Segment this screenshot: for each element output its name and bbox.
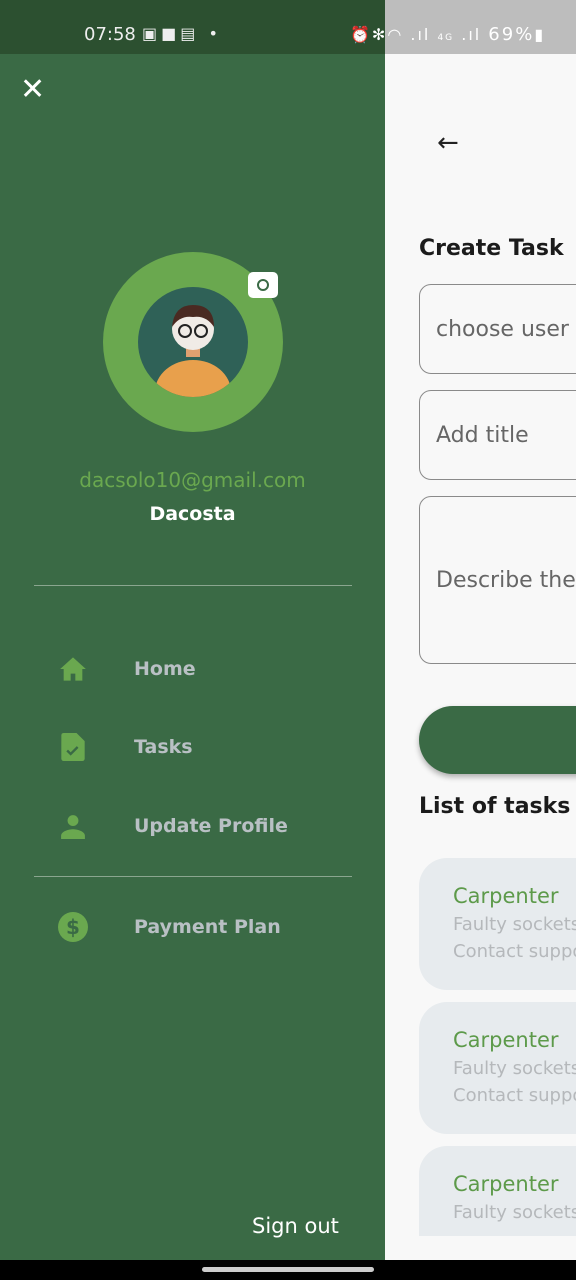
page-title: Create Task — [419, 236, 564, 261]
drawer-item-home[interactable]: Home — [56, 654, 196, 684]
drawer-item-label: Tasks — [134, 736, 193, 758]
task-title: Faulty sockets — [453, 1202, 576, 1223]
clock: 07:58 — [84, 24, 136, 45]
task-document-icon — [56, 732, 90, 762]
user-name: Dacosta — [149, 503, 236, 525]
list-title: List of tasks — [419, 794, 571, 819]
task-note: Contact support — [453, 1085, 576, 1106]
task-card[interactable]: Carpenter Faulty sockets Contact support — [419, 1002, 576, 1134]
drawer-item-update-profile[interactable]: Update Profile — [56, 811, 288, 841]
user-select[interactable]: choose user — [419, 284, 576, 374]
notification-icons: ▣■▤ • — [142, 24, 222, 43]
dollar-icon: $ — [56, 912, 90, 942]
status-bar: 07:58 ▣■▤ • ⏰✻◠ .ıl 4G .ıl 69%▮ — [0, 0, 576, 54]
divider — [34, 876, 352, 877]
divider — [34, 585, 352, 586]
home-handle[interactable] — [202, 1267, 374, 1272]
title-input[interactable]: Add title — [419, 390, 576, 480]
create-task-button[interactable] — [419, 706, 576, 774]
gesture-nav-bar — [0, 1260, 576, 1280]
camera-icon[interactable] — [248, 272, 278, 298]
create-task-screen: ← Create Task choose user Add title Desc… — [385, 54, 576, 1260]
task-card[interactable]: Carpenter Faulty sockets Contact support — [419, 858, 576, 990]
navigation-drawer: ✕ dacsolo10@gmail.com Dacosta Home Tasks… — [0, 54, 385, 1260]
user-email: dacsolo10@gmail.com — [79, 468, 306, 492]
home-icon — [56, 654, 90, 684]
task-category: Carpenter — [453, 884, 559, 908]
sign-out-button[interactable]: Sign out — [252, 1214, 339, 1238]
avatar-image — [155, 305, 231, 397]
svg-text:$: $ — [66, 915, 80, 939]
drawer-item-payment-plan[interactable]: $ Payment Plan — [56, 912, 281, 942]
task-note: Contact support — [453, 941, 576, 962]
drawer-item-tasks[interactable]: Tasks — [56, 732, 193, 762]
task-category: Carpenter — [453, 1172, 559, 1196]
person-icon — [56, 811, 90, 841]
close-icon[interactable]: ✕ — [20, 72, 45, 107]
drawer-item-label: Home — [134, 658, 196, 680]
drawer-item-label: Payment Plan — [134, 916, 281, 938]
back-arrow-icon[interactable]: ← — [437, 128, 459, 158]
system-icons: ⏰✻◠ .ıl 4G .ıl 69%▮ — [350, 24, 546, 45]
drawer-item-label: Update Profile — [134, 815, 288, 837]
task-category: Carpenter — [453, 1028, 559, 1052]
task-title: Faulty sockets — [453, 914, 576, 935]
description-input[interactable]: Describe the task — [419, 496, 576, 664]
task-card[interactable]: Carpenter Faulty sockets — [419, 1146, 576, 1236]
task-title: Faulty sockets — [453, 1058, 576, 1079]
